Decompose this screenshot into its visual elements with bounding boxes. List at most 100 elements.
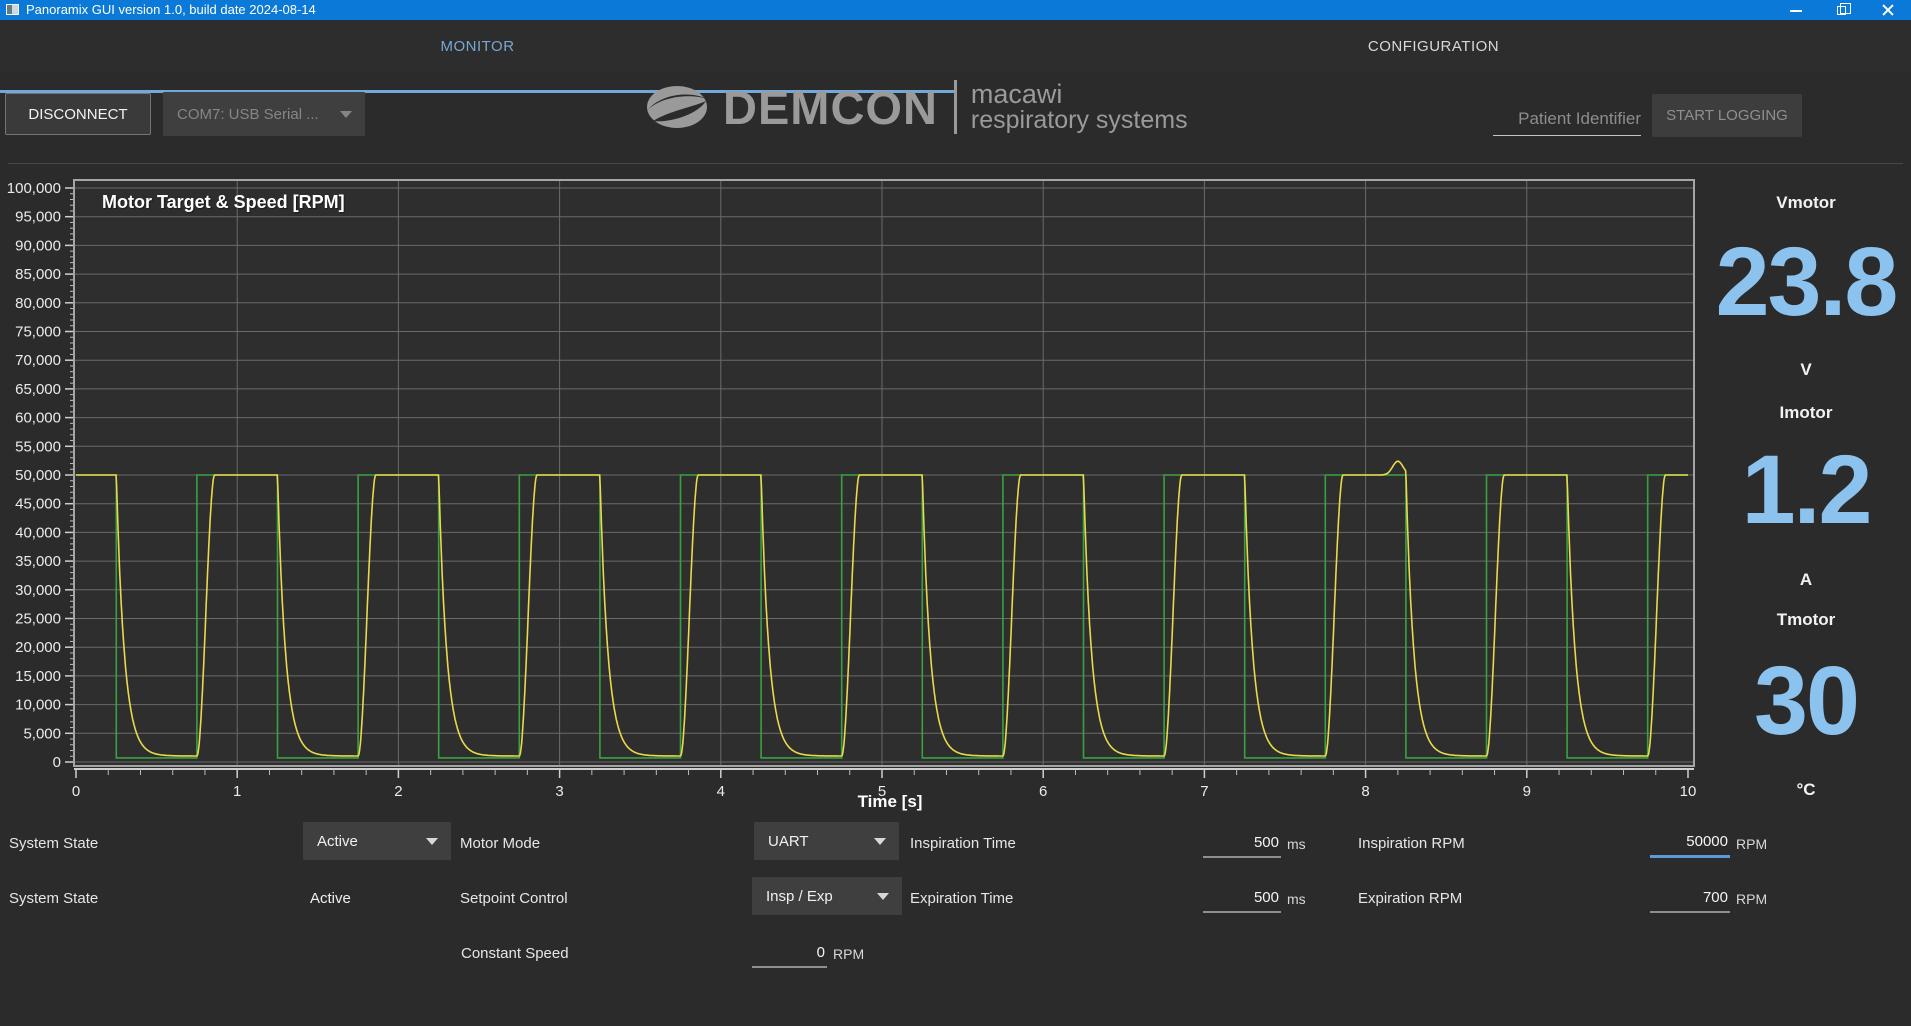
chart-title: Motor Target & Speed [RPM] — [102, 192, 345, 213]
svg-text:60,000: 60,000 — [15, 410, 61, 427]
constant-speed-unit: RPM — [833, 946, 864, 962]
application-window: Panoramix GUI version 1.0, build date 20… — [0, 0, 1911, 1026]
expiration-time-label: Expiration Time — [910, 890, 1013, 907]
svg-text:95,000: 95,000 — [15, 209, 61, 226]
svg-text:70,000: 70,000 — [15, 352, 61, 369]
chevron-down-icon — [877, 893, 889, 900]
inspiration-rpm-input[interactable] — [1650, 832, 1730, 858]
svg-text:35,000: 35,000 — [15, 553, 61, 570]
svg-text:7: 7 — [1200, 783, 1208, 800]
brand-subtitle: macawi respiratory systems — [971, 81, 1188, 133]
com-port-value: COM7: USB Serial ... — [177, 106, 319, 123]
vmotor-label: Vmotor — [1696, 193, 1911, 213]
brand-subtitle-line2: respiratory systems — [971, 108, 1188, 133]
disconnect-button[interactable]: DISCONNECT — [5, 93, 151, 135]
chevron-down-icon — [340, 111, 352, 118]
setpoint-control-label: Setpoint Control — [460, 890, 568, 907]
svg-text:8: 8 — [1361, 783, 1369, 800]
svg-text:25,000: 25,000 — [15, 611, 61, 628]
motor-mode-dropdown[interactable]: UART — [754, 822, 899, 860]
motor-chart: 0 5,000 10,000 15,000 20,000 25,000 30,000 35,0… — [0, 148, 1911, 808]
minimize-icon — [1790, 10, 1802, 12]
titlebar: Panoramix GUI version 1.0, build date 20… — [0, 0, 1911, 20]
setpoint-control-value: Insp / Exp — [766, 888, 833, 905]
svg-text:10,000: 10,000 — [15, 697, 61, 714]
svg-text:45,000: 45,000 — [15, 496, 61, 513]
constant-speed-input[interactable] — [752, 942, 827, 968]
vmotor-unit: V — [1696, 360, 1911, 380]
svg-text:5,000: 5,000 — [23, 725, 61, 742]
svg-text:0: 0 — [53, 754, 61, 771]
imotor-label: Imotor — [1696, 403, 1911, 423]
tab-configuration[interactable]: CONFIGURATION — [956, 20, 1911, 73]
setpoint-control-dropdown[interactable]: Insp / Exp — [752, 877, 902, 915]
brand-name: DEMCON — [723, 84, 938, 131]
inspiration-time-unit: ms — [1287, 836, 1306, 852]
expiration-rpm-unit: RPM — [1736, 891, 1767, 907]
svg-text:100,000: 100,000 — [7, 180, 61, 197]
close-button[interactable] — [1865, 0, 1911, 20]
svg-text:4: 4 — [717, 783, 725, 800]
chart-plot-area: 0 5,000 10,000 15,000 20,000 25,000 30,000 35,0… — [0, 148, 1911, 808]
vmotor-value: 23.8 — [1696, 233, 1911, 330]
system-state-label-row2: System State — [9, 890, 98, 907]
svg-text:1: 1 — [233, 783, 241, 800]
expiration-time-input[interactable] — [1203, 887, 1281, 913]
tmotor-value: 30 — [1696, 652, 1911, 749]
svg-text:15,000: 15,000 — [15, 668, 61, 685]
system-state-dropdown[interactable]: Active — [303, 822, 451, 860]
expiration-rpm-input[interactable] — [1650, 887, 1730, 913]
svg-text:30,000: 30,000 — [15, 582, 61, 599]
svg-text:10: 10 — [1680, 783, 1697, 800]
svg-text:50,000: 50,000 — [15, 467, 61, 484]
restore-icon — [1837, 6, 1846, 15]
inspiration-time-input[interactable] — [1203, 832, 1281, 858]
inspiration-time-label: Inspiration Time — [910, 835, 1016, 852]
imotor-unit: A — [1696, 570, 1911, 590]
motor-mode-value: UART — [768, 833, 809, 850]
close-icon — [1881, 3, 1895, 17]
demcon-logo-icon — [645, 83, 709, 131]
svg-text:55,000: 55,000 — [15, 438, 61, 455]
svg-text:0: 0 — [72, 783, 80, 800]
start-logging-button[interactable]: START LOGGING — [1652, 94, 1802, 137]
system-state-static-value: Active — [310, 890, 351, 907]
brand-divider — [954, 80, 957, 134]
app-icon — [6, 4, 19, 15]
com-port-dropdown[interactable]: COM7: USB Serial ... — [163, 92, 365, 136]
inspiration-rpm-label: Inspiration RPM — [1358, 835, 1465, 852]
expiration-time-unit: ms — [1287, 891, 1306, 907]
tab-monitor[interactable]: MONITOR — [0, 20, 955, 73]
chevron-down-icon — [874, 838, 886, 845]
system-state-label-row1: System State — [9, 835, 98, 852]
svg-text:40,000: 40,000 — [15, 524, 61, 541]
chart-x-axis-label: Time [s] — [835, 792, 945, 812]
brand-subtitle-line1: macawi — [971, 81, 1188, 108]
window-controls — [1773, 0, 1911, 20]
tmotor-unit: °C — [1696, 780, 1911, 800]
tmotor-label: Tmotor — [1696, 610, 1911, 630]
expiration-rpm-label: Expiration RPM — [1358, 890, 1462, 907]
brand-logo: DEMCON macawi respiratory systems — [645, 74, 1188, 140]
svg-text:80,000: 80,000 — [15, 295, 61, 312]
svg-text:65,000: 65,000 — [15, 381, 61, 398]
svg-text:85,000: 85,000 — [15, 266, 61, 283]
restore-button[interactable] — [1819, 0, 1865, 20]
svg-text:75,000: 75,000 — [15, 324, 61, 341]
window-title: Panoramix GUI version 1.0, build date 20… — [26, 2, 316, 17]
minimize-button[interactable] — [1773, 0, 1819, 20]
constant-speed-label: Constant Speed — [461, 945, 569, 962]
motor-mode-label: Motor Mode — [460, 835, 540, 852]
svg-text:9: 9 — [1523, 783, 1531, 800]
inspiration-rpm-unit: RPM — [1736, 836, 1767, 852]
svg-text:90,000: 90,000 — [15, 237, 61, 254]
system-state-value: Active — [317, 833, 358, 850]
svg-text:3: 3 — [555, 783, 563, 800]
svg-text:6: 6 — [1039, 783, 1047, 800]
chevron-down-icon — [426, 838, 438, 845]
svg-text:20,000: 20,000 — [15, 639, 61, 656]
svg-text:2: 2 — [394, 783, 402, 800]
patient-identifier-input[interactable] — [1493, 103, 1641, 136]
tab-bar: MONITOR CONFIGURATION — [0, 20, 1911, 73]
imotor-value: 1.2 — [1696, 441, 1911, 538]
